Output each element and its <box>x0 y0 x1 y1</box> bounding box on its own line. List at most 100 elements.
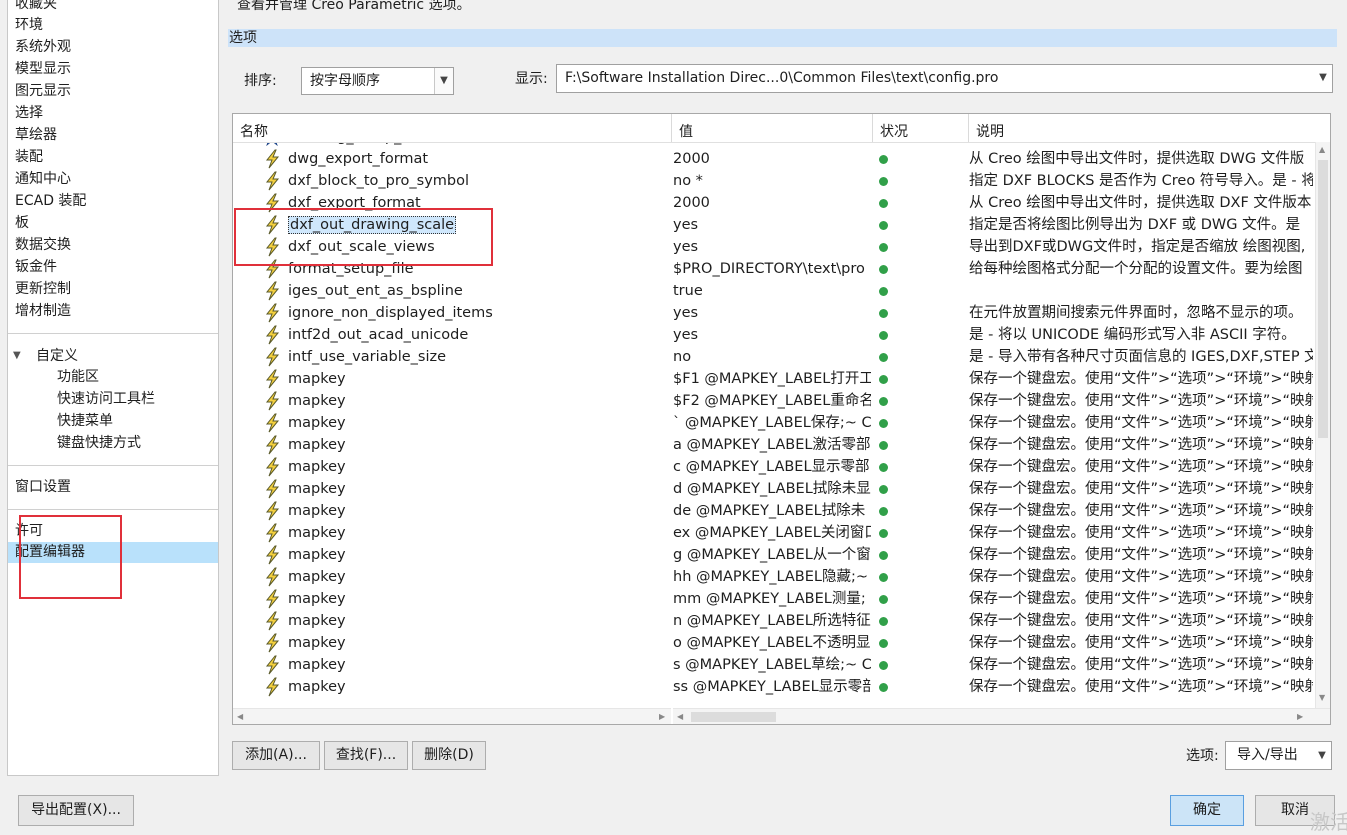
horizontal-scroll-thumb[interactable] <box>691 712 776 722</box>
chevron-down-icon[interactable]: ▼ <box>1313 742 1331 769</box>
option-value[interactable]: $F2 @MAPKEY_LABEL重命名 <box>673 390 871 412</box>
sidebar-item-data-exchange[interactable]: 数据交换 <box>15 235 71 256</box>
option-value[interactable]: true <box>673 280 871 302</box>
chevron-down-icon[interactable]: ▼ <box>1314 65 1332 92</box>
table-row[interactable]: mapkey n @MAPKEY_LABEL所选特征 保存一个键盘宏。使用“文件”>… <box>233 610 1313 632</box>
scroll-right-icon[interactable]: ▶ <box>659 712 665 721</box>
sidebar-item-additive-manufacturing[interactable]: 增材制造 <box>15 301 71 322</box>
option-name[interactable]: mapkey <box>288 544 663 566</box>
table-row[interactable]: mapkey ` @MAPKEY_LABEL保存;~ Cl 保存一个键盘宏。使用“文… <box>233 412 1313 434</box>
chevron-down-icon[interactable]: ▼ <box>434 68 453 94</box>
option-value[interactable]: a @MAPKEY_LABEL激活零部 <box>673 434 871 456</box>
sidebar-item-favorites[interactable]: 收藏夹 <box>15 0 57 15</box>
sidebar-item-quick-access-toolbar[interactable]: 快速访问工具栏 <box>57 389 155 410</box>
sidebar-item-ribbon[interactable]: 功能区 <box>57 367 99 388</box>
option-name[interactable]: ignore_non_displayed_items <box>288 302 663 324</box>
ok-button[interactable]: 确定 <box>1170 795 1244 826</box>
table-row[interactable]: mapkey hh @MAPKEY_LABEL隐藏;~ 保存一个键盘宏。使用“文件”… <box>233 566 1313 588</box>
option-name[interactable]: mapkey <box>288 632 663 654</box>
sidebar-item-shortcut-menus[interactable]: 快捷菜单 <box>57 411 113 432</box>
option-value[interactable]: mm @MAPKEY_LABEL测量; <box>673 588 871 610</box>
sidebar-item-update-control[interactable]: 更新控制 <box>15 279 71 300</box>
collapse-triangle-icon[interactable]: ▼ <box>13 350 21 361</box>
option-value[interactable]: ` @MAPKEY_LABEL保存;~ Cl <box>673 412 871 434</box>
sidebar-item-sketcher[interactable]: 草绘器 <box>15 125 57 146</box>
option-name[interactable]: mapkey <box>288 500 663 522</box>
sidebar-item-board[interactable]: 板 <box>15 213 29 234</box>
option-name[interactable]: intf_use_variable_size <box>288 346 663 368</box>
table-row[interactable]: mapkey s @MAPKEY_LABEL草绘;~ C 保存一个键盘宏。使用“文件… <box>233 654 1313 676</box>
add-option-button[interactable]: 添加(A)... <box>232 741 320 770</box>
sidebar-item-system-appearance[interactable]: 系统外观 <box>15 37 71 58</box>
column-header-name[interactable]: 名称 <box>233 114 672 142</box>
option-value[interactable]: yes <box>673 236 871 258</box>
sidebar-item-keyboard-shortcuts[interactable]: 键盘快捷方式 <box>57 433 141 454</box>
column-header-description[interactable]: 说明 <box>969 114 1315 142</box>
sidebar-item-selection[interactable]: 选择 <box>15 103 43 124</box>
option-name[interactable]: mapkey <box>288 434 663 456</box>
option-value[interactable]: c @MAPKEY_LABEL显示零部 <box>673 456 871 478</box>
option-name[interactable]: mapkey <box>288 654 663 676</box>
scroll-down-icon[interactable]: ▼ <box>1319 693 1325 702</box>
option-value[interactable]: de @MAPKEY_LABEL拭除未 <box>673 500 871 522</box>
table-row[interactable]: mapkey a @MAPKEY_LABEL激活零部 保存一个键盘宏。使用“文件”>… <box>233 434 1313 456</box>
vertical-scrollbar[interactable]: ▲ ▼ <box>1315 142 1330 708</box>
option-name[interactable]: mapkey <box>288 456 663 478</box>
option-value[interactable]: yes <box>673 324 871 346</box>
table-row[interactable]: intf_use_variable_size no 是 - 导入带有各种尺寸页面信息… <box>233 346 1313 368</box>
table-row[interactable]: iges_out_ent_as_bspline true <box>233 280 1313 302</box>
table-row[interactable]: mapkey d @MAPKEY_LABEL拭除未显 保存一个键盘宏。使用“文件”>… <box>233 478 1313 500</box>
vertical-scroll-thumb[interactable] <box>1318 160 1328 438</box>
horizontal-scrollbar-name-pane[interactable]: ◀ ▶ <box>233 708 671 724</box>
option-value[interactable]: $F1 @MAPKEY_LABEL打开工 <box>673 368 871 390</box>
sidebar-item-notification-center[interactable]: 通知中心 <box>15 169 71 190</box>
table-row[interactable]: mapkey $F1 @MAPKEY_LABEL打开工 保存一个键盘宏。使用“文件”… <box>233 368 1313 390</box>
column-header-value[interactable]: 值 <box>672 114 873 142</box>
option-name[interactable]: dwg_export_format <box>288 148 663 170</box>
option-name[interactable]: mapkey <box>288 676 663 698</box>
option-value[interactable]: yes <box>673 302 871 324</box>
option-name[interactable]: mapkey <box>288 588 663 610</box>
option-name[interactable]: mapkey <box>288 478 663 500</box>
option-value[interactable]: no <box>673 346 871 368</box>
option-value[interactable]: o @MAPKEY_LABEL不透明显 <box>673 632 871 654</box>
table-row[interactable]: mapkey ss @MAPKEY_LABEL显示零部 保存一个键盘宏。使用“文件”… <box>233 676 1313 698</box>
sidebar-item-sheetmetal[interactable]: 钣金件 <box>15 257 57 278</box>
option-value[interactable]: 2000 <box>673 192 871 214</box>
sort-select[interactable]: 按字母顺序 ▼ <box>301 67 454 95</box>
option-name[interactable]: intf2d_out_acad_unicode <box>288 324 663 346</box>
option-value[interactable]: ex @MAPKEY_LABEL关闭窗口 <box>673 522 871 544</box>
option-name[interactable]: mapkey <box>288 368 663 390</box>
sidebar-item-window-settings[interactable]: 窗口设置 <box>15 477 71 498</box>
option-value[interactable]: hh @MAPKEY_LABEL隐藏;~ <box>673 566 871 588</box>
sidebar-item-assembly[interactable]: 装配 <box>15 147 43 168</box>
option-value[interactable]: d @MAPKEY_LABEL拭除未显 <box>673 478 871 500</box>
table-row[interactable]: dxf_block_to_pro_symbol no * 指定 DXF BLOCKS… <box>233 170 1313 192</box>
display-file-select[interactable]: F:\Software Installation Direc...0\Commo… <box>556 64 1333 93</box>
sidebar-item-model-display[interactable]: 模型显示 <box>15 59 71 80</box>
option-name[interactable]: mapkey <box>288 610 663 632</box>
find-option-button[interactable]: 查找(F)... <box>324 741 408 770</box>
option-name[interactable]: mapkey <box>288 412 663 434</box>
option-value[interactable]: no * <box>673 170 871 192</box>
table-row[interactable]: mapkey mm @MAPKEY_LABEL测量; 保存一个键盘宏。使用“文件”>… <box>233 588 1313 610</box>
horizontal-scrollbar-detail-pane[interactable]: ◀ ▶ <box>673 708 1330 724</box>
option-value[interactable]: $PRO_DIRECTORY\text\pro <box>673 258 871 280</box>
column-header-status[interactable]: 状况 <box>873 114 969 142</box>
option-value[interactable]: 2000 <box>673 148 871 170</box>
option-name[interactable]: mapkey <box>288 390 663 412</box>
option-name[interactable]: mapkey <box>288 566 663 588</box>
table-row[interactable]: mapkey de @MAPKEY_LABEL拭除未 保存一个键盘宏。使用“文件”>… <box>233 500 1313 522</box>
sidebar-item-environment[interactable]: 环境 <box>15 15 43 36</box>
table-row[interactable]: mapkey g @MAPKEY_LABEL从一个窗 保存一个键盘宏。使用“文件”>… <box>233 544 1313 566</box>
sidebar-item-ecad-assembly[interactable]: ECAD 装配 <box>15 191 86 212</box>
table-row[interactable]: mapkey c @MAPKEY_LABEL显示零部 保存一个键盘宏。使用“文件”>… <box>233 456 1313 478</box>
scroll-left-icon[interactable]: ◀ <box>677 712 683 721</box>
option-value[interactable]: n @MAPKEY_LABEL所选特征 <box>673 610 871 632</box>
scroll-up-icon[interactable]: ▲ <box>1319 145 1325 154</box>
table-row[interactable]: ignore_non_displayed_items yes 在元件放置期间搜索元件… <box>233 302 1313 324</box>
option-value[interactable]: ss @MAPKEY_LABEL显示零部 <box>673 676 871 698</box>
table-row[interactable]: intf2d_out_acad_unicode yes 是 - 将以 UNICODE… <box>233 324 1313 346</box>
table-row[interactable]: mapkey $F2 @MAPKEY_LABEL重命名 保存一个键盘宏。使用“文件”… <box>233 390 1313 412</box>
option-value[interactable]: s @MAPKEY_LABEL草绘;~ C <box>673 654 871 676</box>
